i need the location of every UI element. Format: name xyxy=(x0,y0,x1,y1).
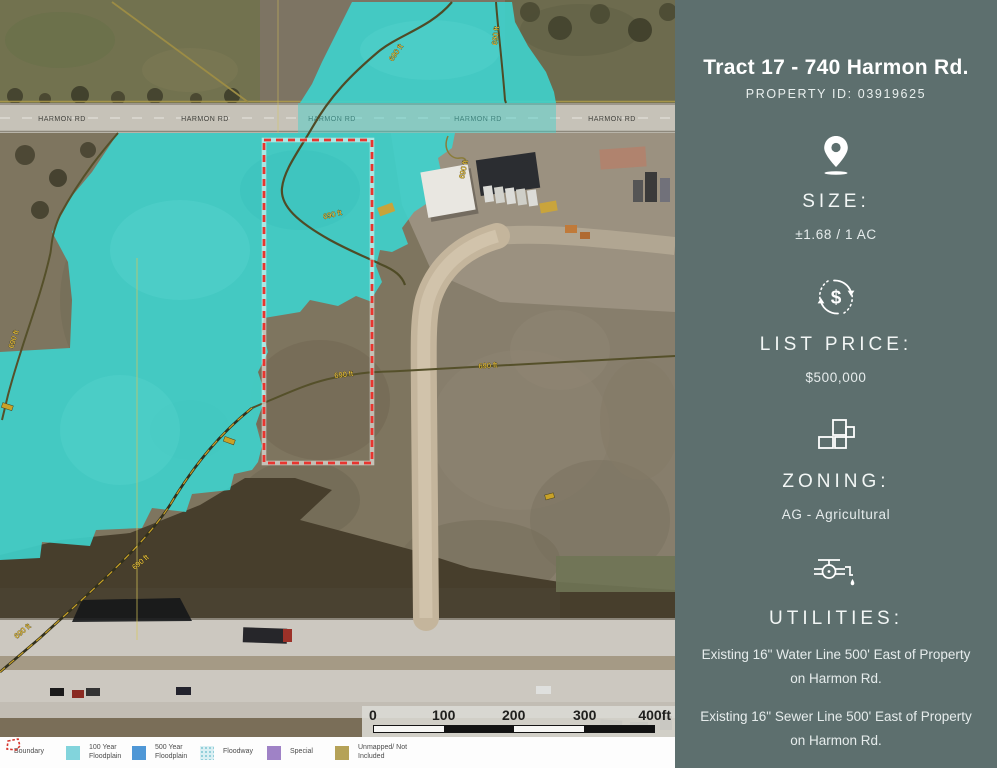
size-heading: SIZE: xyxy=(675,191,997,213)
legend-label-line: Floodplain xyxy=(89,753,121,760)
road-label: HARMON RD xyxy=(588,116,636,123)
legend-label-line: 500 Year xyxy=(155,744,183,751)
legend-swatch-floodway xyxy=(200,746,214,760)
road-label: HARMON RD xyxy=(181,116,229,123)
list-price-section: $ LIST PRICE: $500,000 xyxy=(675,275,997,385)
dollar-cycle-icon: $ xyxy=(814,275,858,315)
legend-label-line: Special xyxy=(290,748,313,755)
zoning-section: ZONING: AG - Agricultural xyxy=(675,418,997,522)
scale-tick: 400ft xyxy=(638,707,671,723)
zoning-parcels-icon xyxy=(816,418,856,458)
zoning-value: AG - Agricultural xyxy=(675,507,997,522)
legend-label-line: Included xyxy=(358,753,384,760)
legend-item-floodway: Floodway xyxy=(200,737,253,768)
property-flyer: HARMON RD HARMON RD HARMON RD HARMON RD … xyxy=(0,0,997,768)
map-scalebar: 0 100 200 300 400ft xyxy=(362,706,675,737)
list-price-value: $500,000 xyxy=(675,370,997,385)
scale-tick: 300 xyxy=(573,707,596,723)
legend-swatch-500yr xyxy=(132,746,146,760)
utilities-section: UTILITIES: Existing 16" Water Line 500' … xyxy=(675,555,997,753)
location-pin-icon xyxy=(819,134,853,174)
legend-label-line: Unmapped/ Not xyxy=(358,744,407,751)
property-id: PROPERTY ID: 03919625 xyxy=(675,87,997,101)
legend-label: 100 Year Floodplain xyxy=(89,744,121,761)
legend-label: Floodway xyxy=(223,748,253,756)
legend-label: 500 Year Floodplain xyxy=(155,744,187,761)
zoning-heading: ZONING: xyxy=(675,471,997,493)
road-label: HARMON RD xyxy=(38,116,86,123)
utilities-heading: UTILITIES: xyxy=(675,608,997,630)
floodplain-road-wash xyxy=(298,103,556,133)
size-section: SIZE: ±1.68 / 1 AC xyxy=(675,134,997,242)
red-roof-structure xyxy=(599,146,646,169)
svg-text:$: $ xyxy=(831,288,842,309)
aerial-map: HARMON RD HARMON RD HARMON RD HARMON RD … xyxy=(0,0,675,768)
legend-item-500yr: 500 Year Floodplain xyxy=(132,737,187,768)
scale-tick: 100 xyxy=(432,707,455,723)
boundary-dashed-icon xyxy=(5,737,22,752)
size-value: ±1.68 / 1 AC xyxy=(675,227,997,242)
legend-swatch-100yr xyxy=(66,746,80,760)
legend-label-line: 100 Year xyxy=(89,744,117,751)
legend-item-unmapped: Unmapped/ Not Included xyxy=(335,737,407,768)
scale-tick: 200 xyxy=(502,707,525,723)
property-info-panel: Tract 17 - 740 Harmon Rd. PROPERTY ID: 0… xyxy=(675,0,997,768)
map-legend: Boundary 100 Year Floodplain 500 Year Floo… xyxy=(0,737,675,768)
legend-swatch-unmapped xyxy=(335,746,349,760)
aerial-map-canvas: HARMON RD HARMON RD HARMON RD HARMON RD … xyxy=(0,0,675,768)
utilities-sewer-line: Existing 16" Sewer Line 500' East of Pro… xyxy=(698,705,974,754)
legend-item-special: Special xyxy=(267,737,313,768)
legend-label: Special xyxy=(290,748,313,756)
legend-label-line: Floodway xyxy=(223,748,253,755)
contour-label: 690 ft xyxy=(478,360,498,370)
legend-swatch-special xyxy=(267,746,281,760)
legend-label-line: Floodplain xyxy=(155,753,187,760)
water-utility-icon xyxy=(812,555,860,595)
legend-label: Unmapped/ Not Included xyxy=(358,744,407,761)
property-title: Tract 17 - 740 Harmon Rd. xyxy=(675,56,997,80)
scale-tick: 0 xyxy=(369,707,377,723)
utilities-water-line: Existing 16" Water Line 500' East of Pro… xyxy=(698,643,974,692)
scalebar-bar xyxy=(373,725,655,733)
legend-item-boundary: Boundary xyxy=(5,737,44,768)
list-price-heading: LIST PRICE: xyxy=(675,334,997,356)
legend-item-100yr: 100 Year Floodplain xyxy=(66,737,121,768)
truck xyxy=(243,627,287,644)
